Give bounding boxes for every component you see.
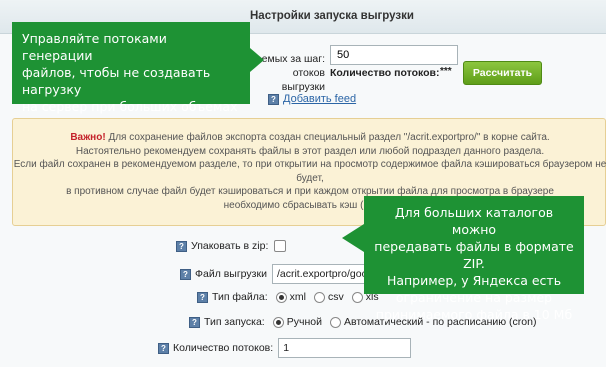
step-input[interactable] [330, 45, 458, 65]
callout-zip: Для больших каталогов можно передавать ф… [342, 196, 584, 322]
file-type-label: ? Тип файла: [197, 291, 268, 303]
file-type-option-csv[interactable]: csv [314, 291, 344, 303]
help-icon[interactable]: ? [158, 342, 169, 354]
export-settings-page: Настройки запуска выгрузки аемых за шаг:… [0, 0, 606, 367]
threads-row: ? Количество потоков: [158, 338, 412, 358]
radio-cron[interactable] [329, 316, 341, 328]
file-type-label-text: Тип файла: [212, 291, 268, 303]
callout-threads-line: на сервер при больших объемах [22, 99, 238, 114]
launch-type-label: ? Тип запуска: [189, 316, 265, 328]
callout-threads-line: Управляйте потоками генерации [22, 31, 167, 63]
threads-count-value: *** [440, 66, 452, 77]
file-type-row: ? Тип файла: xml csv xls [197, 291, 387, 303]
threads-label-text: Количество потоков: [173, 342, 274, 354]
file-path-input[interactable] [271, 264, 372, 284]
option-label: csv [328, 291, 344, 303]
calculate-button[interactable]: Рассчитать [463, 61, 542, 85]
callout-zip-line: Например, у Яндекса есть [386, 273, 562, 288]
option-label: xml [289, 291, 306, 303]
file-row: ? Файл выгрузки [180, 264, 372, 284]
warning-line-2: Настоятельно рекомендуем сохранять файлы… [75, 145, 545, 157]
callout-zip-line: Для больших каталогов можно [394, 205, 554, 237]
callout-zip-line: передавать файлы в формате ZIP. [374, 239, 574, 271]
threads-input[interactable] [278, 338, 412, 358]
help-icon[interactable]: ? [197, 291, 208, 303]
threads-count-label: Количество потоков: [330, 67, 440, 79]
callout-zip-line: ограничение на размер [395, 290, 553, 305]
launch-type-option-manual[interactable]: Ручной [272, 316, 322, 328]
callout-zip-line: принимаемого файла в 10 Мб [375, 307, 573, 322]
zip-checkbox[interactable] [274, 240, 287, 252]
callout-threads-line: файлов, чтобы не создавать нагрузку [22, 65, 211, 97]
launch-type-label-text: Тип запуска: [204, 316, 265, 328]
add-feed-link[interactable]: Добавить feed [283, 93, 356, 105]
important-label: Важно! [70, 132, 106, 143]
zip-row: ? Упаковать в zip: [176, 240, 287, 252]
file-type-option-xml[interactable]: xml [275, 291, 306, 303]
help-icon[interactable]: ? [268, 93, 279, 105]
help-icon[interactable]: ? [189, 316, 200, 328]
radio-manual[interactable] [272, 316, 284, 328]
warning-line-1: Важно! Для сохранение файлов экспорта со… [13, 131, 606, 145]
zip-label-text: Упаковать в zip: [191, 240, 269, 252]
radio-xml[interactable] [275, 291, 287, 303]
help-icon[interactable]: ? [180, 268, 191, 280]
file-label: ? Файл выгрузки [180, 268, 267, 280]
zip-label: ? Упаковать в zip: [176, 240, 268, 252]
warning-line-1-text: Для сохранение файлов экспорта создан сп… [105, 132, 550, 143]
warning-line-4: будет, [296, 172, 324, 184]
radio-csv[interactable] [314, 291, 325, 303]
warning-line-3: Если файл сохранен в рекомендуемом разде… [13, 159, 606, 170]
option-label: Ручной [286, 316, 322, 328]
callout-threads: Управляйте потоками генерации файлов, чт… [12, 22, 264, 114]
threads-label: ? Количество потоков: [158, 342, 273, 354]
settings-title: Настройки запуска выгрузки [250, 10, 414, 22]
add-feed-row: ? Добавить feed [268, 93, 356, 105]
radio-xls[interactable] [351, 291, 363, 303]
file-label-text: Файл выгрузки [195, 268, 267, 280]
help-icon[interactable]: ? [176, 240, 187, 252]
